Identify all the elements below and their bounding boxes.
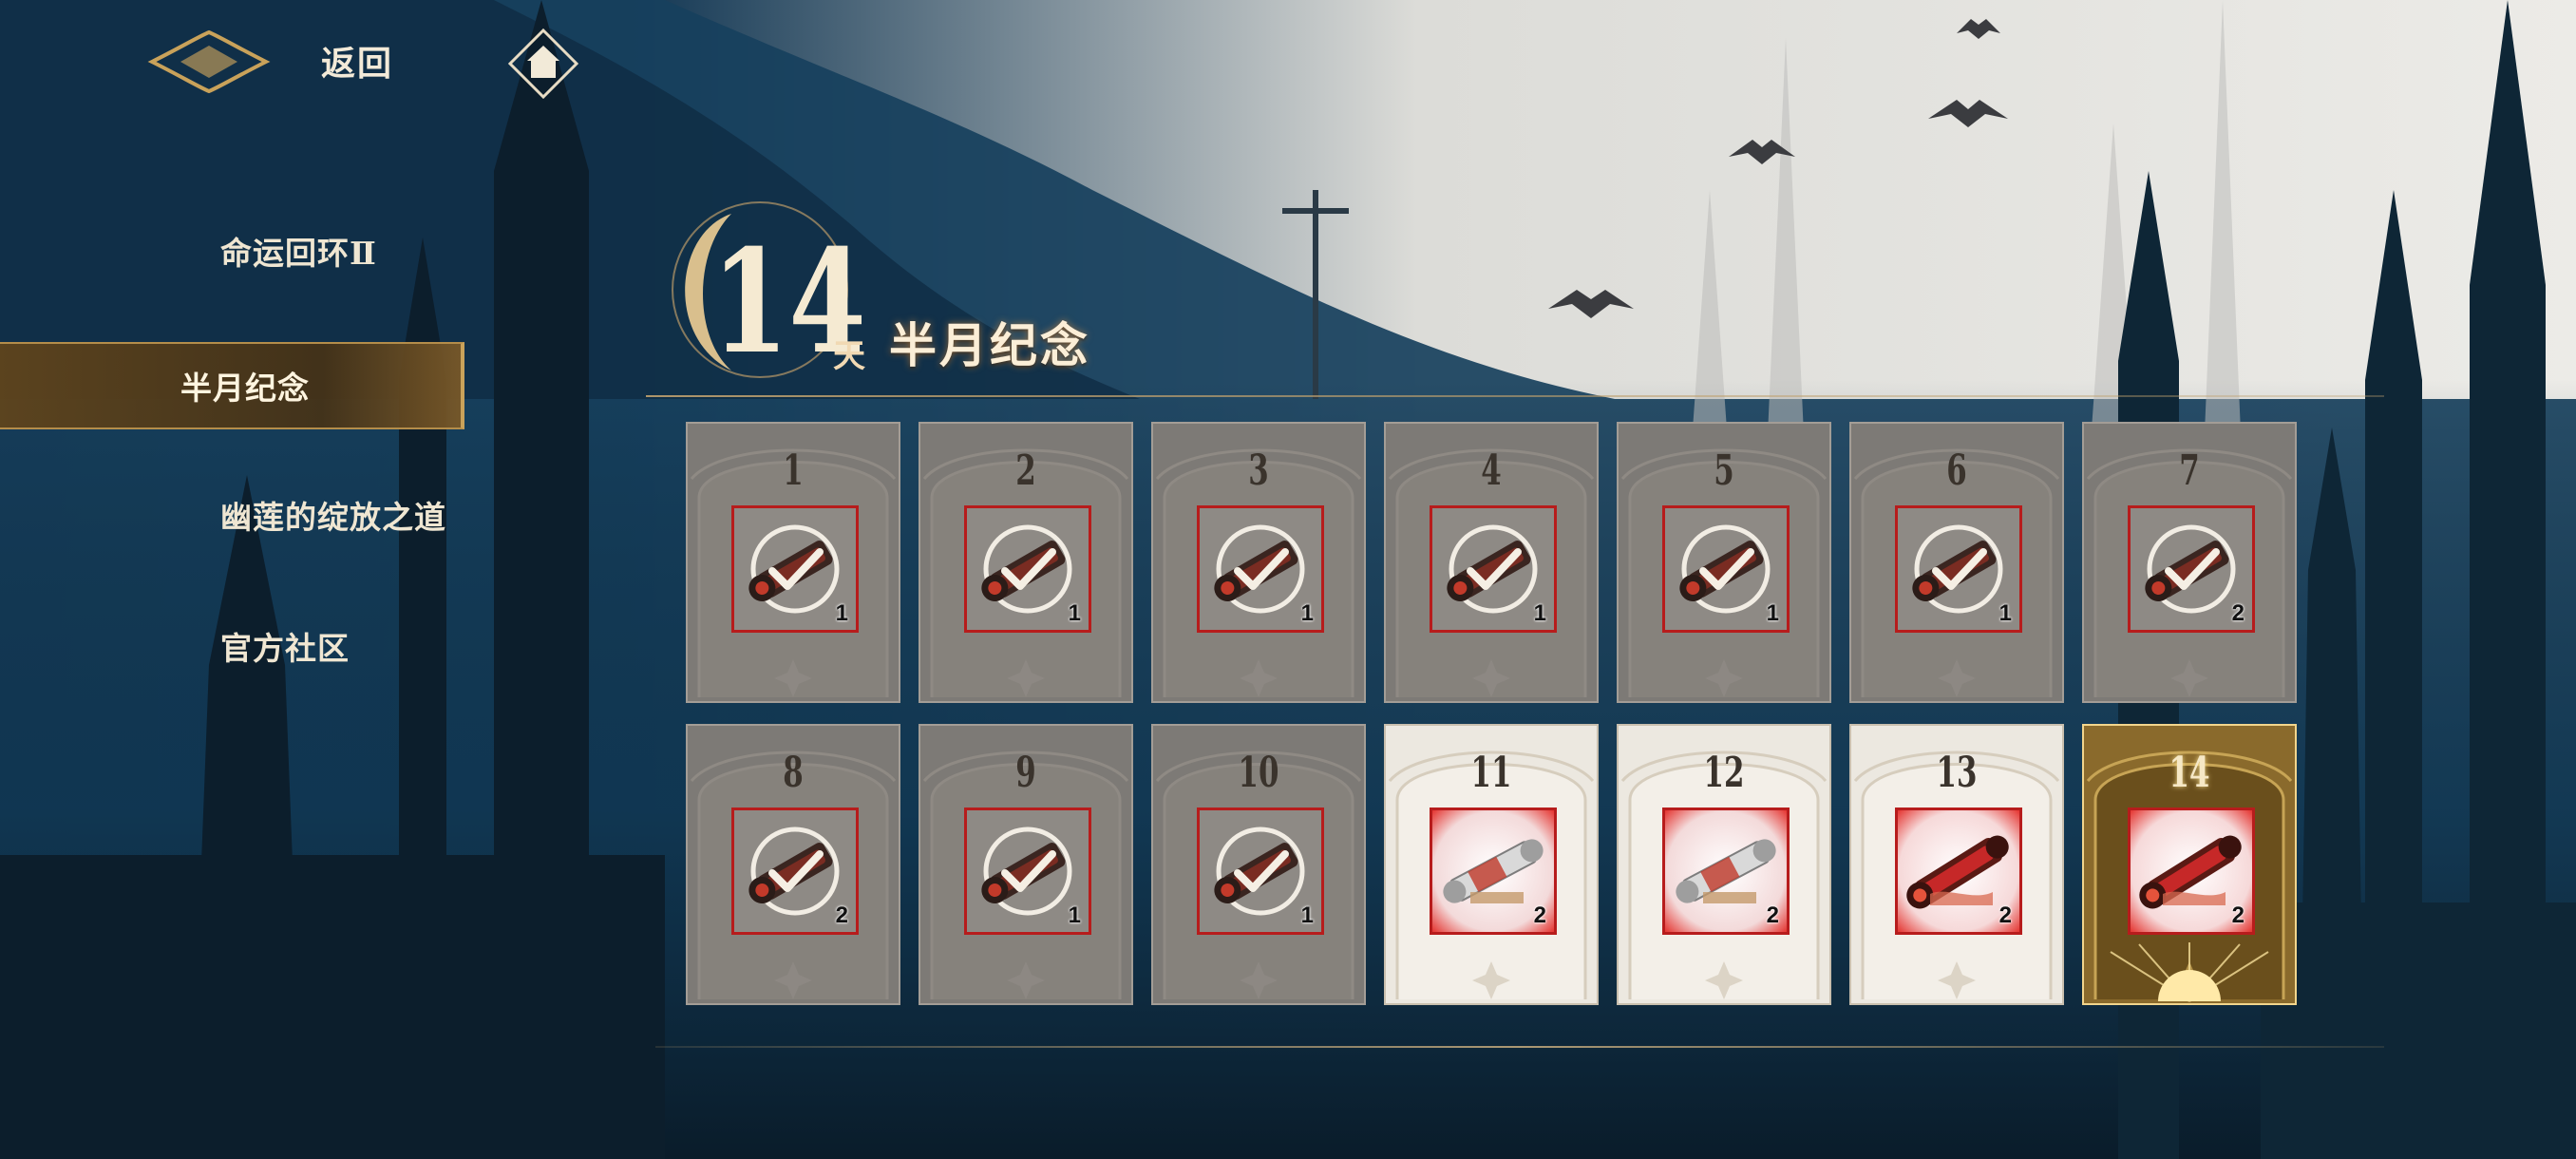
day-number: 9 xyxy=(1015,749,1036,797)
reward-card-day-6[interactable]: 61 xyxy=(1849,422,2064,703)
reward-item[interactable]: 1 xyxy=(731,505,859,633)
reward-item[interactable]: 1 xyxy=(1197,505,1324,633)
reward-card-day-9[interactable]: 91 xyxy=(919,724,1133,1005)
bottom-divider xyxy=(655,1046,2384,1048)
sidebar-item-lotus-bloom[interactable]: 幽莲的绽放之道 xyxy=(0,473,465,557)
reward-quantity: 1 xyxy=(835,600,848,626)
back-button[interactable]: 返回 xyxy=(321,36,393,86)
page-title: 半月纪念 xyxy=(889,317,1090,373)
reward-item[interactable]: 1 xyxy=(1895,505,2022,633)
top-bar: 返回 xyxy=(0,0,665,124)
reward-quantity: 1 xyxy=(1068,600,1081,626)
reward-item[interactable]: 2 xyxy=(731,808,859,935)
reward-card-day-5[interactable]: 51 xyxy=(1617,422,1831,703)
day-number: 13 xyxy=(1936,749,1978,797)
reward-quantity: 1 xyxy=(1300,902,1314,928)
reward-item[interactable]: 1 xyxy=(1430,505,1557,633)
reward-card-day-3[interactable]: 31 xyxy=(1151,422,1366,703)
day-number: 8 xyxy=(783,749,804,797)
day-number: 7 xyxy=(2179,446,2200,495)
reward-item[interactable]: 2 xyxy=(1662,808,1790,935)
day-number: 12 xyxy=(1703,749,1745,797)
day-number: 10 xyxy=(1238,749,1279,797)
reward-grid: 1 1 2 1 3 1 4 1 5 1 6 1 7 2 8 2 9 1 10 1 11 2 12 2 13 2 14 2 xyxy=(686,422,2301,1006)
reward-card-day-2[interactable]: 21 xyxy=(919,422,1133,703)
reward-item[interactable]: 2 xyxy=(2128,808,2255,935)
home-icon[interactable] xyxy=(508,28,578,99)
header-divider xyxy=(646,395,2384,397)
reward-card-day-1[interactable]: 11 xyxy=(686,422,900,703)
day-number: 4 xyxy=(1481,446,1502,495)
reward-card-day-8[interactable]: 82 xyxy=(686,724,900,1005)
reward-quantity: 2 xyxy=(2231,600,2245,626)
sidebar-item-fate-loop[interactable]: 命运回环Ⅱ xyxy=(0,209,465,293)
day-number: 6 xyxy=(1946,446,1967,495)
reward-card-day-4[interactable]: 41 xyxy=(1384,422,1599,703)
reward-card-day-7[interactable]: 72 xyxy=(2082,422,2297,703)
sidebar-item-label: 命运回环Ⅱ xyxy=(220,235,377,272)
day-number: 3 xyxy=(1248,446,1269,495)
reward-item[interactable]: 2 xyxy=(1895,808,2022,935)
back-emblem-icon[interactable] xyxy=(142,28,275,95)
sidebar-item-half-month[interactable]: 半月纪念 xyxy=(0,342,464,429)
sidebar-item-official-community[interactable]: 官方社区 xyxy=(0,604,465,688)
reward-quantity: 1 xyxy=(1766,600,1779,626)
reward-quantity: 1 xyxy=(1998,600,2012,626)
day-number: 5 xyxy=(1714,446,1734,495)
reward-card-day-10[interactable]: 10 1 xyxy=(1151,724,1366,1005)
day-number: 2 xyxy=(1015,446,1036,495)
reward-item[interactable]: 1 xyxy=(1662,505,1790,633)
reward-quantity: 1 xyxy=(1068,902,1081,928)
reward-item[interactable]: 2 xyxy=(2128,505,2255,633)
reward-item[interactable]: 1 xyxy=(964,505,1091,633)
reward-quantity: 2 xyxy=(1533,902,1546,928)
reward-card-day-14[interactable]: 14 2 xyxy=(2082,724,2297,1005)
reward-card-day-11[interactable]: 11 2 xyxy=(1384,724,1599,1005)
reward-item[interactable]: 1 xyxy=(1197,808,1324,935)
sidebar-item-label: 半月纪念 xyxy=(180,370,310,407)
sidebar-item-label: 官方社区 xyxy=(220,630,350,667)
sidebar-item-label: 幽莲的绽放之道 xyxy=(220,499,446,536)
day-number: 1 xyxy=(783,446,804,495)
days-unit: 天 xyxy=(833,337,865,375)
reward-item[interactable]: 1 xyxy=(964,808,1091,935)
reward-card-day-12[interactable]: 12 2 xyxy=(1617,724,1831,1005)
reward-quantity: 2 xyxy=(1998,902,2012,928)
reward-card-day-13[interactable]: 13 2 xyxy=(1849,724,2064,1005)
reward-quantity: 2 xyxy=(835,902,848,928)
reward-quantity: 2 xyxy=(2231,902,2245,928)
reward-item[interactable]: 2 xyxy=(1430,808,1557,935)
reward-quantity: 1 xyxy=(1533,600,1546,626)
reward-quantity: 2 xyxy=(1766,902,1779,928)
day-number: 14 xyxy=(2169,749,2210,797)
reward-quantity: 1 xyxy=(1300,600,1314,626)
day-number: 11 xyxy=(1470,749,1512,797)
sidebar: 命运回环Ⅱ 半月纪念 幽莲的绽放之道 官方社区 xyxy=(0,190,475,722)
